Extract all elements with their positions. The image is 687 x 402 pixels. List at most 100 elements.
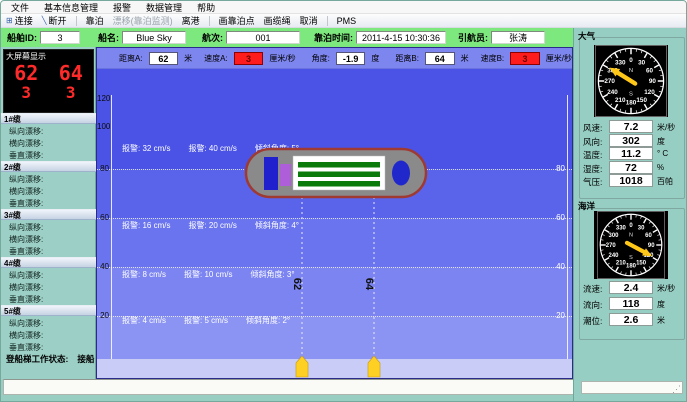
berthing-chart: 距离A: 62 米 速度A: 3 厘米/秒 角度: -1.9 度 距离B: 64… <box>96 47 573 379</box>
distance-a-value[interactable]: 62 <box>149 52 179 65</box>
berth-button[interactable]: 靠泊 <box>86 14 104 27</box>
speed-a-value[interactable]: 3 <box>234 52 264 65</box>
mooring-group-4: 4#缆 纵向漂移: 横向漂移: 垂直漂移: <box>1 257 96 305</box>
svg-text:0: 0 <box>629 57 633 64</box>
wind-speed-value: 7.2 <box>609 120 653 133</box>
mooring-group-1-header[interactable]: 1#缆 <box>1 113 96 124</box>
lateral-drift-label: 横向漂移: <box>9 234 43 245</box>
svg-text:210: 210 <box>616 261 627 267</box>
draw-berth-point-button[interactable]: 画靠泊点 <box>219 14 255 27</box>
current-speed-label: 流速: <box>583 283 602 295</box>
connect-button[interactable]: ⊞连接 <box>6 14 33 27</box>
distance-b-value[interactable]: 64 <box>425 52 455 65</box>
sensor-marker-a <box>296 356 308 377</box>
current-direction-label: 流向: <box>583 299 602 311</box>
vertical-drift-label: 垂直漂移: <box>9 294 43 305</box>
mooring-group-2: 2#缆 纵向漂移: 横向漂移: 垂直漂移: <box>1 161 96 209</box>
toolbar-separator <box>327 16 328 26</box>
angle-value[interactable]: -1.9 <box>336 52 366 65</box>
lateral-drift-label: 横向漂移: <box>9 330 43 341</box>
speed-a-unit: 厘米/秒 <box>269 53 295 64</box>
mooring-group-1: 1#缆 纵向漂移: 横向漂移: 垂直漂移: <box>1 113 96 161</box>
cancel-button[interactable]: 取消 <box>300 14 318 27</box>
ship-name-input[interactable]: Blue Sky <box>122 31 186 44</box>
mooring-group-2-header[interactable]: 2#缆 <box>1 161 96 172</box>
led-speed-a: 3 <box>21 84 31 102</box>
distance-a-unit: 米 <box>184 53 192 64</box>
mooring-group-3-header[interactable]: 3#缆 <box>1 209 96 220</box>
pilot-input[interactable]: 张涛 <box>491 31 545 44</box>
tide-level-unit: 米 <box>657 315 665 326</box>
pressure-unit: 百帕 <box>657 176 673 187</box>
svg-text:N: N <box>629 68 633 74</box>
current-speed-value: 2.4 <box>609 281 653 294</box>
svg-text:90: 90 <box>648 243 655 249</box>
lateral-drift-label: 横向漂移: <box>9 186 43 197</box>
disconnect-button[interactable]: ╲断开 <box>42 14 67 27</box>
draw-mooring-line-button[interactable]: 画缆绳 <box>264 14 291 27</box>
distance-a-label: 距离A: <box>119 53 143 64</box>
angle-label: 角度: <box>312 53 330 64</box>
longitudinal-drift-label: 纵向漂移: <box>9 222 43 233</box>
disconnect-label: 断开 <box>49 14 67 27</box>
tide-level-value: 2.6 <box>609 313 653 326</box>
svg-text:270: 270 <box>604 78 615 85</box>
menu-file[interactable]: 文件 <box>11 1 29 14</box>
speed-b-value[interactable]: 3 <box>510 52 540 65</box>
distance-b-unit: 米 <box>461 53 469 64</box>
measurement-bar: 距离A: 62 米 速度A: 3 厘米/秒 角度: -1.9 度 距离B: 64… <box>97 48 572 69</box>
gangway-status-label: 登船梯工作状态: <box>6 354 68 364</box>
humidity-unit: % <box>657 163 664 172</box>
svg-text:120: 120 <box>644 89 655 96</box>
svg-text:S: S <box>629 92 633 98</box>
sensor-a-distance-label: 62 <box>291 278 303 290</box>
svg-text:180: 180 <box>626 100 637 107</box>
toolbar-separator <box>76 16 77 26</box>
depart-button[interactable]: 离港 <box>182 14 200 27</box>
right-status-bar: ⋰ <box>581 381 683 394</box>
mooring-group-4-header[interactable]: 4#缆 <box>1 257 96 268</box>
svg-text:330: 330 <box>615 60 626 67</box>
ship-deckhouse <box>280 164 291 186</box>
voyage-label: 航次: <box>202 31 223 44</box>
vertical-drift-label: 垂直漂移: <box>9 342 43 353</box>
ship-bow-feature <box>392 161 410 186</box>
menu-help[interactable]: 帮助 <box>197 1 215 14</box>
ship-superstructure <box>264 157 278 190</box>
drift-monitor-button[interactable]: 漂移(靠泊监测) <box>113 14 173 27</box>
svg-text:300: 300 <box>609 233 620 239</box>
svg-text:330: 330 <box>616 226 627 232</box>
longitudinal-drift-label: 纵向漂移: <box>9 318 43 329</box>
svg-text:150: 150 <box>636 97 647 104</box>
ship-info-bar: 船舶ID: 3 船名: Blue Sky 航次: 001 靠泊时间: 2011-… <box>1 28 573 47</box>
humidity-value: 72 <box>609 161 653 174</box>
menu-data[interactable]: 数据管理 <box>146 1 182 14</box>
ship-diagram: 62 64 <box>97 48 572 378</box>
mooring-group-5: 5#缆 纵向漂移: 横向漂移: 垂直漂移: <box>1 305 96 353</box>
resize-grip[interactable]: ⋰ <box>672 384 681 395</box>
svg-text:S: S <box>629 255 633 261</box>
menu-alarm[interactable]: 报警 <box>113 1 131 14</box>
connect-label: 连接 <box>15 14 33 27</box>
vertical-drift-label: 垂直漂移: <box>9 150 43 161</box>
current-direction-gauge: 0306090120150180210240270300330NS <box>594 211 668 279</box>
atmosphere-groupbox: 0306090120150180210240270300330NS 风速:7.2… <box>579 37 685 199</box>
mooring-group-3: 3#缆 纵向漂移: 横向漂移: 垂直漂移: <box>1 209 96 257</box>
menu-basic-info[interactable]: 基本信息管理 <box>44 1 98 14</box>
svg-text:N: N <box>629 233 633 239</box>
led-distance-a: 62 <box>14 62 38 84</box>
vertical-drift-label: 垂直漂移: <box>9 246 43 257</box>
temperature-value: 11.2 <box>609 147 653 160</box>
temperature-unit: ° C <box>657 149 668 158</box>
pms-button[interactable]: PMS <box>337 16 357 26</box>
berth-time-input[interactable]: 2011-4-15 10:30:36 <box>356 31 446 44</box>
mooring-group-5-header[interactable]: 5#缆 <box>1 305 96 316</box>
voyage-input[interactable]: 001 <box>226 31 300 44</box>
ship-id-input[interactable]: 3 <box>40 31 80 44</box>
lateral-drift-label: 横向漂移: <box>9 282 43 293</box>
current-direction-value: 118 <box>609 297 653 310</box>
wind-direction-gauge: 0306090120150180210240270300330NS <box>594 45 668 117</box>
toolbar: ⊞连接 ╲断开 靠泊 漂移(靠泊监测) 离港 画靠泊点 画缆绳 取消 PMS <box>1 14 686 28</box>
cargo-stripe <box>298 181 380 187</box>
lateral-drift-label: 横向漂移: <box>9 138 43 149</box>
